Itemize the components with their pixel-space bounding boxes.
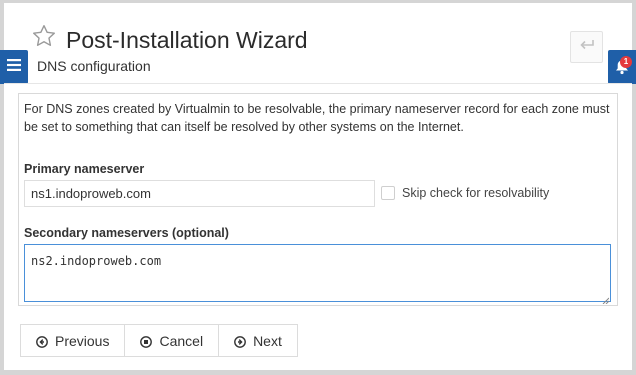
dns-config-panel: For DNS zones created by Virtualmin to b… [18,93,618,306]
primary-nameserver-value: ns1.indoproweb.com [31,186,151,201]
resize-grip-icon[interactable] [602,293,610,305]
previous-button-label: Previous [55,332,110,349]
secondary-nameservers-label: Secondary nameservers (optional) [24,226,229,240]
page-title: Post-Installation Wizard [66,27,308,53]
stop-circle-icon [140,335,153,348]
arrow-left-circle-icon [36,335,48,348]
notification-badge: 1 [620,56,632,68]
skip-check-option[interactable]: Skip check for resolvability [381,186,549,200]
bell-icon: 1 [614,56,632,75]
return-arrow-icon [579,38,595,56]
hamburger-menu-icon [7,58,21,76]
wizard-button-bar: Previous Cancel Next [20,324,298,357]
cancel-button-label: Cancel [159,332,204,349]
page-header: Post-Installation Wizard DNS configurati… [4,3,632,83]
page-subtitle: DNS configuration [37,58,151,74]
next-button[interactable]: Next [219,325,297,356]
primary-nameserver-label: Primary nameserver [24,162,145,176]
skip-check-label: Skip check for resolvability [402,186,550,200]
intro-text: For DNS zones created by Virtualmin to b… [24,102,610,134]
arrow-right-circle-icon [234,335,246,348]
secondary-nameservers-value: ns2.indoproweb.com [31,254,162,268]
menu-toggle-button[interactable] [0,50,28,84]
header-divider [4,83,632,84]
wizard-page: Post-Installation Wizard DNS configurati… [0,3,636,370]
cancel-button[interactable]: Cancel [125,325,220,356]
secondary-nameservers-textarea[interactable]: ns2.indoproweb.com [24,244,611,305]
primary-nameserver-input[interactable]: ns1.indoproweb.com [24,180,375,207]
return-button[interactable] [570,31,603,63]
next-button-label: Next [253,332,282,349]
previous-button[interactable]: Previous [21,325,126,356]
favorite-star-icon[interactable] [31,23,57,49]
notifications-button[interactable]: 1 [608,50,636,84]
skip-check-checkbox[interactable] [381,186,395,200]
